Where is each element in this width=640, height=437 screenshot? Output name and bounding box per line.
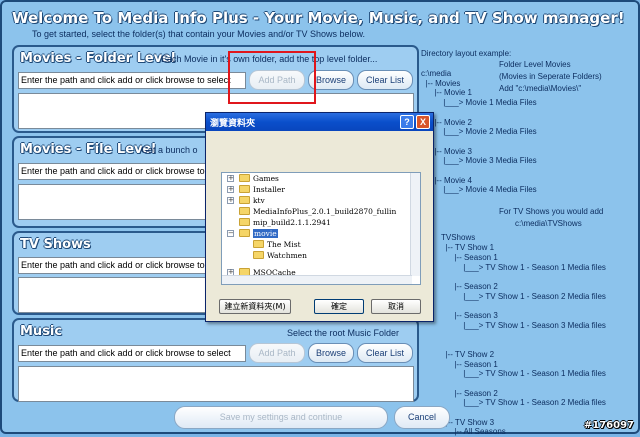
tv-shows-note: c:\media\TVShows [515, 219, 582, 228]
layout-line: |___> Movie 2 Media Files [421, 127, 537, 136]
movies-folder-path-input[interactable]: Enter the path and click add or click br… [18, 72, 246, 89]
music-list[interactable] [18, 366, 414, 402]
layout-line: |-- Season 1 [441, 253, 498, 262]
folder-icon [239, 185, 250, 193]
folder-level-note: Folder Level Movies [499, 60, 571, 69]
layout-line: |___> TV Show 1 - Season 1 Media files [441, 369, 606, 378]
horizontal-scrollbar[interactable] [222, 275, 412, 284]
folder-icon [239, 218, 250, 226]
layout-line: |-- Movie 1 [421, 88, 472, 97]
folder-icon [239, 207, 250, 215]
vertical-scrollbar[interactable] [410, 173, 420, 276]
music-path-input[interactable]: Enter the path and click add or click br… [18, 345, 246, 362]
layout-line: |-- All Seasons [441, 427, 506, 436]
layout-line: |___> Movie 1 Media Files [421, 98, 537, 107]
layout-line: |___> Movie 3 Media Files [421, 156, 537, 165]
save-settings-button[interactable]: Save my settings and continue [174, 406, 388, 429]
section-description: Select the root Music Folder [287, 328, 400, 338]
layout-line: |-- TV Show 1 [441, 243, 495, 252]
layout-line: |___> TV Show 1 - Season 3 Media files [441, 321, 606, 330]
dialog-cancel-button[interactable]: 取消 [371, 299, 421, 314]
close-icon[interactable]: X [416, 115, 430, 129]
folder-icon [253, 251, 264, 259]
layout-line: |___> Movie 4 Media Files [421, 185, 537, 194]
tree-item-games[interactable]: + Games [227, 173, 279, 184]
layout-line: |___> TV Show 1 - Season 2 Media files [441, 398, 606, 407]
section-description: Got a bunch o [141, 145, 198, 155]
layout-line: |-- Season 3 [441, 311, 498, 320]
folder-level-note: (Movies in Seperate Folders) [499, 72, 602, 81]
open-folder-icon [239, 229, 250, 237]
section-title: Movies - File Level [20, 142, 156, 157]
section-title: TV Shows [20, 237, 91, 252]
add-path-button[interactable]: Add Path [249, 343, 305, 363]
cancel-button[interactable]: Cancel [394, 406, 450, 429]
layout-line: |-- TV Show 2 [441, 350, 495, 359]
tree-item-ktv[interactable]: + ktv [227, 195, 265, 206]
tv-shows-path-input[interactable]: Enter the path and click add or click br… [18, 257, 208, 274]
folder-tree[interactable]: + Games + Installer + ktv MediaInfoPlus_… [221, 172, 421, 285]
tree-item-mip-build[interactable]: mip_build2.1.1.2941 [239, 217, 331, 228]
browse-folder-dialog: 瀏覽資料夾 ? X + Games + Installer + ktv Medi… [205, 112, 434, 322]
tree-item-installer[interactable]: + Installer [227, 184, 285, 195]
tree-item-movie[interactable]: − movie [227, 228, 278, 239]
app-title: Welcome To Media Info Plus - Your Movie,… [12, 9, 625, 27]
tree-item-mediainfoplus[interactable]: MediaInfoPlus_2.0.1_build2870_fullin [239, 206, 396, 217]
app-subtitle: To get started, select the folder(s) tha… [32, 29, 366, 39]
collapse-icon[interactable]: − [227, 230, 234, 237]
section-title: Movies - Folder Level [20, 51, 176, 66]
movies-file-path-input[interactable]: Enter the path and click add or click br… [18, 163, 208, 180]
layout-line: |-- Season 2 [441, 282, 498, 291]
expand-icon[interactable]: + [227, 197, 234, 204]
dialog-title: 瀏覽資料夾 [206, 113, 433, 131]
layout-line: |___> TV Show 1 - Season 2 Media files [441, 292, 606, 301]
folder-icon [253, 240, 264, 248]
highlight-annotation [228, 51, 316, 104]
layout-line: TVShows [441, 233, 476, 242]
layout-line: |___> TV Show 1 - Season 1 Media files [441, 263, 606, 272]
expand-icon[interactable]: + [227, 175, 234, 182]
clear-list-button[interactable]: Clear List [357, 343, 413, 363]
ok-button[interactable]: 確定 [314, 299, 364, 314]
watermark: #176097 [583, 420, 634, 431]
clear-list-button[interactable]: Clear List [357, 70, 413, 90]
expand-icon[interactable]: + [227, 186, 234, 193]
new-folder-button[interactable]: 建立新資料夾(M) [219, 299, 291, 314]
tree-item-watchmen[interactable]: Watchmen [253, 250, 307, 261]
section-title: Music [20, 324, 63, 339]
tv-shows-note: For TV Shows you would add [499, 207, 604, 216]
help-icon[interactable]: ? [400, 115, 414, 129]
layout-line: c:\media [421, 69, 452, 78]
music-section: Music Select the root Music Folder Enter… [12, 318, 419, 402]
tree-item-the-mist[interactable]: The Mist [253, 239, 301, 250]
layout-heading: Directory layout example: [421, 49, 512, 58]
browse-button[interactable]: Browse [308, 343, 354, 363]
folder-level-note: Add "c:\media\Movies\" [499, 84, 582, 93]
folder-icon [239, 196, 250, 204]
folder-icon [239, 174, 250, 182]
